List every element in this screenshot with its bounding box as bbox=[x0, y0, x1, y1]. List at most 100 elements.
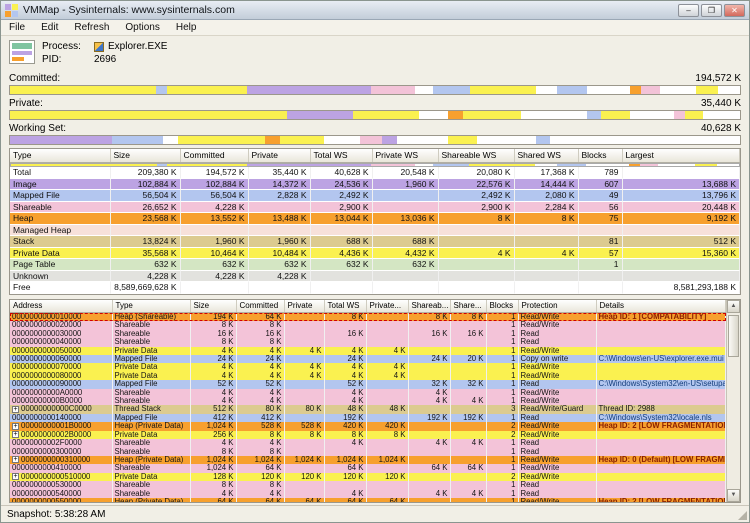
scrollbar-thumb[interactable] bbox=[728, 315, 739, 357]
menu-item-options[interactable]: Options bbox=[117, 21, 167, 34]
maximize-button[interactable]: ❐ bbox=[701, 4, 722, 17]
detail-col-header-type[interactable]: Type bbox=[112, 300, 190, 313]
detail-col-header-committed[interactable]: Committed bbox=[236, 300, 284, 313]
summary-row-image[interactable]: Image102,884 K102,884 K14,372 K24,536 K1… bbox=[10, 178, 740, 190]
detail-row[interactable]: 00000000000B0000Shareable4 K4 K4 K4 K4 K… bbox=[10, 397, 726, 405]
summary-value-cell bbox=[438, 270, 514, 282]
title-bar[interactable]: VMMap - Sysinternals: www.sysinternals.c… bbox=[1, 1, 749, 20]
detail-value-cell bbox=[366, 448, 408, 456]
detail-row[interactable]: 0000000000050000Private Data4 K4 K4 K4 K… bbox=[10, 347, 726, 355]
detail-row[interactable]: 0000000000020000Shareable8 K8 K1Read/Wri… bbox=[10, 321, 726, 329]
summary-col-header-blocks[interactable]: Blocks bbox=[578, 149, 622, 162]
detail-type-cell: Shareable bbox=[112, 439, 190, 447]
scroll-down-button[interactable]: ▼ bbox=[727, 489, 740, 502]
detail-row[interactable]: 0000000000090000Mapped File52 K52 K52 K3… bbox=[10, 380, 726, 388]
summary-col-header-committed[interactable]: Committed bbox=[180, 149, 248, 162]
detail-row[interactable]: 0000000000030000Shareable16 K16 K16 K16 … bbox=[10, 330, 726, 338]
detail-row[interactable]: +00000000001B0000Heap (Private Data)1,02… bbox=[10, 422, 726, 430]
detail-value-cell bbox=[366, 439, 408, 447]
summary-col-header-private-ws[interactable]: Private WS bbox=[372, 149, 438, 162]
detail-row[interactable]: 0000000000300000Shareable8 K8 K1Read bbox=[10, 448, 726, 456]
summary-row-free[interactable]: Free8,589,669,628 K8,581,293,188 K bbox=[10, 282, 740, 294]
detail-value-cell bbox=[408, 473, 450, 481]
detail-col-header-private[interactable]: Private bbox=[284, 300, 324, 313]
bar-segment bbox=[371, 86, 415, 94]
summary-row-mapped-file[interactable]: Mapped File56,504 K56,504 K2,828 K2,492 … bbox=[10, 190, 740, 202]
detail-row[interactable]: +00000000000C0000Thread Stack512 K80 K80… bbox=[10, 405, 726, 413]
detail-col-header-address[interactable]: Address bbox=[10, 300, 112, 313]
detail-row[interactable]: 0000000000070000Private Data4 K4 K4 K4 K… bbox=[10, 363, 726, 371]
detail-value-cell: 4 K bbox=[324, 439, 366, 447]
detail-col-header-details[interactable]: Details bbox=[596, 300, 726, 313]
summary-value-cell: 1,960 K bbox=[248, 236, 310, 248]
summary-row-shareable[interactable]: Shareable26,652 K4,228 K2,900 K2,900 K2,… bbox=[10, 201, 740, 213]
detail-col-header-size[interactable]: Size bbox=[190, 300, 236, 313]
summary-col-header-shareable-ws[interactable]: Shareable WS bbox=[438, 149, 514, 162]
expand-icon[interactable]: + bbox=[12, 431, 19, 438]
detail-value-cell: 120 K bbox=[324, 473, 366, 481]
detail-row[interactable]: 0000000000040000Shareable8 K8 K1Read bbox=[10, 338, 726, 346]
detail-value-cell: 1,024 K bbox=[284, 456, 324, 464]
detail-row[interactable]: 0000000000530000Shareable8 K8 K1Read bbox=[10, 481, 726, 489]
close-button[interactable]: ✕ bbox=[724, 4, 745, 17]
detail-row[interactable]: 0000000000410000Shareable1,024 K64 K64 K… bbox=[10, 464, 726, 472]
strip-segment bbox=[695, 164, 717, 166]
detail-row[interactable]: 0000000000550000Heap (Private Data)64 K6… bbox=[10, 498, 726, 502]
scrollbar-track[interactable] bbox=[727, 313, 740, 490]
detail-address-cell: 0000000000070000 bbox=[10, 363, 112, 371]
status-bar: Snapshot: 5:38:28 AM bbox=[1, 505, 749, 522]
detail-value-cell: 4 K bbox=[190, 372, 236, 380]
detail-col-header-total-ws[interactable]: Total WS bbox=[324, 300, 366, 313]
menu-item-edit[interactable]: Edit bbox=[33, 21, 66, 34]
bar-label: Working Set: bbox=[9, 123, 66, 135]
expand-icon[interactable]: + bbox=[12, 456, 19, 463]
expand-icon[interactable]: + bbox=[12, 406, 19, 413]
summary-row-heap[interactable]: Heap23,568 K13,552 K13,488 K13,044 K13,0… bbox=[10, 213, 740, 225]
detail-protection-cell: Read/Write bbox=[518, 397, 596, 405]
resize-grip[interactable] bbox=[738, 511, 747, 520]
detail-value-cell: 4 K bbox=[408, 439, 450, 447]
summary-col-header-total-ws[interactable]: Total WS bbox=[310, 149, 372, 162]
summary-row-unknown[interactable]: Unknown4,228 K4,228 K4,228 K bbox=[10, 270, 740, 282]
summary-value-cell: 8 K bbox=[438, 213, 514, 225]
minimize-button[interactable]: – bbox=[678, 4, 699, 17]
summary-col-header-private[interactable]: Private bbox=[248, 149, 310, 162]
detail-row[interactable]: 00000000000A0000Shareable4 K4 K4 K4 K1Re… bbox=[10, 389, 726, 397]
summary-value-cell bbox=[310, 282, 372, 294]
summary-row-managed-heap[interactable]: Managed Heap bbox=[10, 224, 740, 236]
summary-row-total[interactable]: Total209,380 K194,572 K35,440 K40,628 K2… bbox=[10, 167, 740, 178]
menu-item-refresh[interactable]: Refresh bbox=[66, 21, 117, 34]
summary-row-private-data[interactable]: Private Data35,568 K10,464 K10,484 K4,43… bbox=[10, 247, 740, 259]
menu-item-file[interactable]: File bbox=[1, 21, 33, 34]
detail-row[interactable]: +00000000002B0000Private Data256 K8 K8 K… bbox=[10, 431, 726, 439]
detail-scrollbar[interactable]: ▲ ▼ bbox=[726, 300, 740, 503]
summary-value-cell: 22,576 K bbox=[438, 178, 514, 190]
summary-col-header-shared-ws[interactable]: Shared WS bbox=[514, 149, 578, 162]
detail-row[interactable]: +0000000000310000Heap (Private Data)1,02… bbox=[10, 456, 726, 464]
detail-row[interactable]: 0000000000540000Shareable4 K4 K4 K4 K4 K… bbox=[10, 490, 726, 498]
detail-col-header-protection[interactable]: Protection bbox=[518, 300, 596, 313]
expand-icon[interactable]: + bbox=[12, 473, 19, 480]
summary-col-header-type[interactable]: Type bbox=[10, 149, 110, 162]
summary-row-page-table[interactable]: Page Table632 K632 K632 K632 K632 K1 bbox=[10, 259, 740, 271]
detail-row[interactable]: 0000000000060000Mapped File24 K24 K24 K2… bbox=[10, 355, 726, 363]
menu-item-help[interactable]: Help bbox=[168, 21, 205, 34]
detail-protection-cell: Read/Write bbox=[518, 372, 596, 380]
scroll-up-button[interactable]: ▲ bbox=[727, 300, 740, 313]
detail-row[interactable]: 0000000000010000Heap (Shareable)194 K64 … bbox=[10, 313, 726, 322]
detail-value-cell: 80 K bbox=[236, 405, 284, 413]
detail-row[interactable]: 00000000002F0000Shareable4 K4 K4 K4 K4 K… bbox=[10, 439, 726, 447]
expand-icon[interactable]: + bbox=[12, 423, 19, 430]
detail-col-header-blocks[interactable]: Blocks bbox=[486, 300, 518, 313]
detail-value-cell bbox=[450, 321, 486, 329]
summary-row-stack[interactable]: Stack13,824 K1,960 K1,960 K688 K688 K815… bbox=[10, 236, 740, 248]
detail-col-header-private[interactable]: Private... bbox=[366, 300, 408, 313]
detail-row[interactable]: 0000000000080000Private Data4 K4 K4 K4 K… bbox=[10, 372, 726, 380]
summary-col-header-largest[interactable]: Largest bbox=[622, 149, 740, 162]
detail-row[interactable]: +0000000000510000Private Data128 K120 K1… bbox=[10, 473, 726, 481]
summary-value-cell: 2,900 K bbox=[438, 201, 514, 213]
detail-col-header-share[interactable]: Share... bbox=[450, 300, 486, 313]
detail-col-header-shareab[interactable]: Shareab... bbox=[408, 300, 450, 313]
detail-row[interactable]: 0000000000140000Mapped File412 K412 K192… bbox=[10, 414, 726, 422]
summary-col-header-size[interactable]: Size bbox=[110, 149, 180, 162]
